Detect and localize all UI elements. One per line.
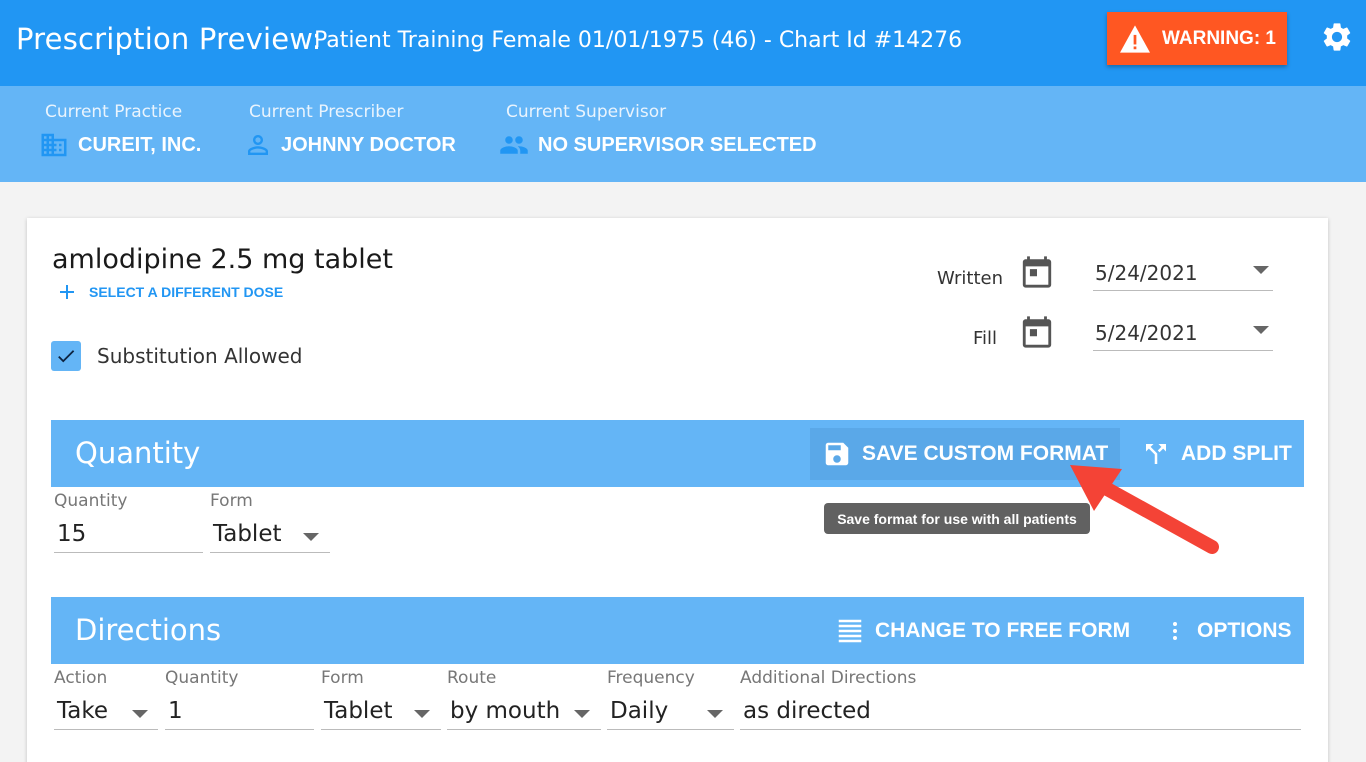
route-select[interactable]: Route by mouth (447, 668, 601, 730)
chevron-down-icon (707, 710, 723, 718)
form-select[interactable]: Form Tablet (210, 491, 330, 553)
options-button[interactable]: OPTIONS (1151, 605, 1304, 657)
chevron-down-icon (1253, 266, 1269, 274)
select-different-dose-label: SELECT A DIFFERENT DOSE (89, 284, 284, 300)
app-header: Prescription Preview: Patient Training F… (0, 0, 1366, 86)
patient-info: Patient Training Female 01/01/1975 (46) … (314, 28, 963, 53)
practice-label: Current Practice (45, 102, 183, 122)
save-format-tooltip: Save format for use with all patients (824, 503, 1090, 534)
calendar-icon[interactable] (1020, 255, 1054, 289)
chevron-down-icon (132, 710, 148, 718)
annotation-arrow-icon (1070, 465, 1219, 554)
route-value: by mouth (450, 698, 561, 724)
people-icon (500, 136, 528, 154)
frequency-label: Frequency (607, 668, 695, 688)
fill-date-value: 5/24/2021 (1095, 321, 1198, 345)
page-title: Prescription Preview: (16, 22, 322, 56)
frequency-value: Daily (610, 698, 669, 724)
chevron-down-icon (574, 710, 590, 718)
directions-section-header: Directions CHANGE TO FREE FORM OPTIONS (51, 597, 1304, 664)
gear-icon[interactable] (1320, 20, 1354, 54)
fill-date-select[interactable]: 5/24/2021 (1093, 317, 1273, 351)
directions-section-title: Directions (75, 613, 222, 647)
current-prescriber[interactable]: Current Prescriber JOHNNY DOCTOR (248, 102, 456, 160)
chevron-down-icon (1253, 326, 1269, 334)
warning-icon (1120, 24, 1150, 53)
additional-directions-field[interactable]: Additional Directions as directed (740, 668, 1301, 730)
substitution-checkbox[interactable] (51, 341, 81, 371)
substitution-label: Substitution Allowed (97, 344, 303, 368)
lines-icon (838, 619, 862, 643)
form-label: Form (210, 491, 253, 511)
checkmark-icon (58, 350, 75, 363)
frequency-select[interactable]: Frequency Daily (607, 668, 734, 730)
action-value: Take (57, 698, 108, 724)
plus-icon (60, 285, 74, 299)
supervisor-label: Current Supervisor (506, 102, 667, 122)
form-value: Tablet (213, 521, 282, 547)
prescriber-value: JOHNNY DOCTOR (281, 133, 456, 156)
directions-quantity-value: 1 (168, 698, 183, 724)
quantity-label: Quantity (54, 491, 128, 511)
written-date-select[interactable]: 5/24/2021 (1093, 257, 1273, 291)
change-to-free-form-label: CHANGE TO FREE FORM (875, 619, 1131, 642)
save-icon (825, 442, 849, 466)
prescriber-label: Current Prescriber (249, 102, 404, 122)
person-icon (248, 135, 268, 155)
quantity-field[interactable]: Quantity 15 (54, 491, 203, 553)
written-label: Written (937, 268, 1003, 289)
additional-directions-value: as directed (743, 698, 871, 724)
directions-quantity-label: Quantity (165, 668, 239, 688)
action-select[interactable]: Action Take (54, 668, 158, 730)
directions-form-value: Tablet (324, 698, 393, 724)
building-icon (41, 133, 67, 157)
quantity-section-title: Quantity (75, 436, 201, 470)
additional-directions-label: Additional Directions (740, 668, 917, 688)
chevron-down-icon (303, 533, 319, 541)
drug-name: amlodipine 2.5 mg tablet (52, 244, 393, 275)
warning-button[interactable]: WARNING: 1 (1107, 12, 1287, 65)
context-bar: Current Practice CUREIT, INC. Current Pr… (0, 86, 1366, 182)
substitution-allowed: Substitution Allowed (51, 341, 302, 371)
current-practice[interactable]: Current Practice CUREIT, INC. (41, 102, 202, 160)
chevron-down-icon (414, 710, 430, 718)
directions-quantity-field[interactable]: Quantity 1 (165, 668, 314, 730)
change-to-free-form-button[interactable]: CHANGE TO FREE FORM (823, 605, 1142, 657)
more-vertical-icon (1173, 622, 1177, 640)
route-label: Route (447, 668, 497, 688)
calendar-icon[interactable] (1020, 315, 1054, 349)
written-date-value: 5/24/2021 (1095, 261, 1198, 285)
warning-label: WARNING: 1 (1162, 27, 1276, 49)
directions-form-label: Form (321, 668, 364, 688)
supervisor-value: NO SUPERVISOR SELECTED (538, 133, 817, 156)
action-label: Action (54, 668, 108, 688)
fill-label: Fill (973, 328, 998, 349)
quantity-value: 15 (57, 521, 87, 547)
options-label: OPTIONS (1197, 619, 1292, 642)
select-different-dose-button[interactable]: SELECT A DIFFERENT DOSE (55, 280, 283, 304)
practice-value: CUREIT, INC. (78, 133, 202, 156)
directions-form-select[interactable]: Form Tablet (321, 668, 441, 730)
current-supervisor[interactable]: Current Supervisor NO SUPERVISOR SELECTE… (500, 102, 817, 160)
